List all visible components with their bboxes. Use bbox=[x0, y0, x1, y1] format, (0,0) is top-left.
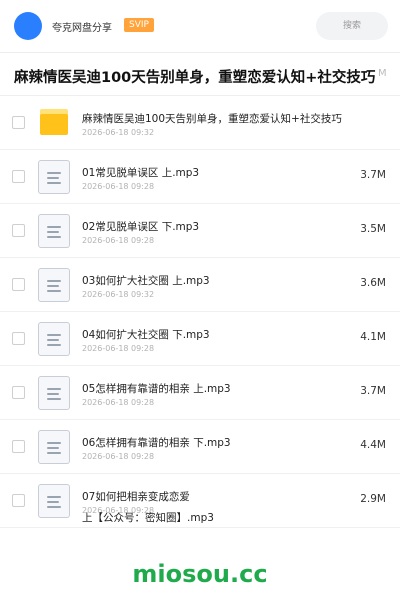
file-row[interactable]: 01常见脱单误区 上.mp3 2026-06-18 09:28 3.7M bbox=[0, 150, 400, 204]
row-checkbox[interactable] bbox=[12, 170, 25, 183]
avatar[interactable] bbox=[14, 12, 42, 40]
header: 夸克网盘分享 SVIP bbox=[0, 0, 400, 52]
folder-name: 麻辣情医吴迪100天告别单身，重塑恋爱认知+社交技巧 bbox=[82, 113, 342, 125]
folder-row[interactable]: 麻辣情医吴迪100天告别单身，重塑恋爱认知+社交技巧 2026-06-18 09… bbox=[0, 96, 400, 150]
file-name: 01常见脱单误区 上.mp3 bbox=[82, 167, 200, 179]
file-row[interactable]: 07如何把相亲变成恋爱 2026-06-18 09:28 上【公众号：密知圈】.… bbox=[0, 474, 400, 528]
search-input[interactable] bbox=[316, 12, 388, 40]
row-checkbox[interactable] bbox=[12, 278, 25, 291]
row-checkbox[interactable] bbox=[12, 494, 25, 507]
row-checkbox[interactable] bbox=[12, 332, 25, 345]
file-date: 2026-06-18 09:28 bbox=[82, 344, 155, 353]
file-size: 3.6M bbox=[360, 277, 386, 289]
file-date: 2026-06-18 09:28 bbox=[82, 236, 155, 245]
file-row[interactable]: 03如何扩大社交圈 上.mp3 2026-06-18 09:32 3.6M bbox=[0, 258, 400, 312]
file-name-continued: 上【公众号：密知圈】.mp3 bbox=[82, 512, 214, 524]
file-row[interactable]: 06怎样拥有靠谱的相亲 下.mp3 2026-06-18 09:28 4.4M bbox=[0, 420, 400, 474]
row-checkbox[interactable] bbox=[12, 386, 25, 399]
file-list: 麻辣情医吴迪100天告别单身，重塑恋爱认知+社交技巧 2026-06-18 09… bbox=[0, 96, 400, 528]
file-name: 02常见脱单误区 下.mp3 bbox=[82, 221, 200, 233]
row-checkbox[interactable] bbox=[12, 224, 25, 237]
file-size: 3.5M bbox=[360, 223, 386, 235]
file-size: 2.9M bbox=[360, 493, 386, 505]
audio-file-icon bbox=[38, 214, 70, 248]
audio-file-icon bbox=[38, 322, 70, 356]
file-name: 03如何扩大社交圈 上.mp3 bbox=[82, 275, 210, 287]
audio-file-icon bbox=[38, 430, 70, 464]
audio-file-icon bbox=[38, 160, 70, 194]
watermark: miosou.cc bbox=[132, 560, 268, 588]
file-name: 07如何把相亲变成恋爱 bbox=[82, 491, 190, 503]
file-size: 4.4M bbox=[360, 439, 386, 451]
title-overflow-text: M bbox=[378, 68, 387, 79]
username: 夸克网盘分享 bbox=[52, 23, 112, 34]
title-bar: 麻辣情医吴迪100天告别单身，重塑恋爱认知+社交技巧 M bbox=[0, 52, 400, 96]
page-title: 麻辣情医吴迪100天告别单身，重塑恋爱认知+社交技巧 bbox=[14, 70, 376, 86]
file-name: 04如何扩大社交圈 下.mp3 bbox=[82, 329, 210, 341]
file-row[interactable]: 04如何扩大社交圈 下.mp3 2026-06-18 09:28 4.1M bbox=[0, 312, 400, 366]
file-date: 2026-06-18 09:32 bbox=[82, 290, 155, 299]
file-name: 05怎样拥有靠谱的相亲 上.mp3 bbox=[82, 383, 231, 395]
audio-file-icon bbox=[38, 268, 70, 302]
file-row[interactable]: 02常见脱单误区 下.mp3 2026-06-18 09:28 3.5M bbox=[0, 204, 400, 258]
file-date: 2026-06-18 09:28 bbox=[82, 398, 155, 407]
row-checkbox[interactable] bbox=[12, 116, 25, 129]
audio-file-icon bbox=[38, 484, 70, 518]
audio-file-icon bbox=[38, 376, 70, 410]
file-name: 06怎样拥有靠谱的相亲 下.mp3 bbox=[82, 437, 231, 449]
row-checkbox[interactable] bbox=[12, 440, 25, 453]
file-size: 3.7M bbox=[360, 169, 386, 181]
file-date: 2026-06-18 09:28 bbox=[82, 452, 155, 461]
folder-icon bbox=[40, 109, 68, 135]
svip-badge: SVIP bbox=[124, 18, 154, 32]
file-date: 2026-06-18 09:28 bbox=[82, 182, 155, 191]
file-size: 3.7M bbox=[360, 385, 386, 397]
file-row[interactable]: 05怎样拥有靠谱的相亲 上.mp3 2026-06-18 09:28 3.7M bbox=[0, 366, 400, 420]
folder-date: 2026-06-18 09:32 bbox=[82, 128, 155, 137]
file-size: 4.1M bbox=[360, 331, 386, 343]
